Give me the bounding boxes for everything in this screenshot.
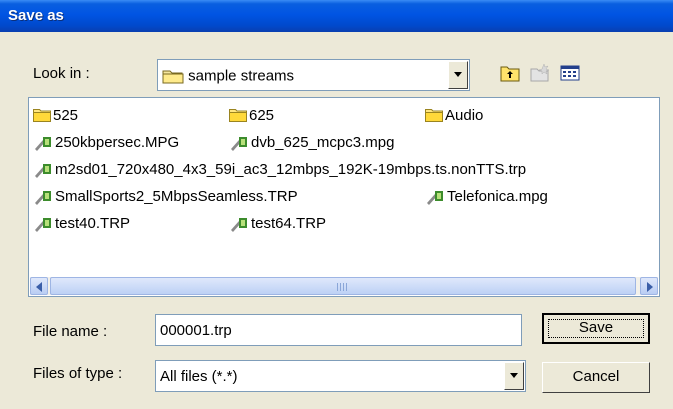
chevron-left-icon: [36, 282, 42, 292]
up-one-level-icon[interactable]: [500, 64, 520, 82]
list-item-folder[interactable]: Audio: [425, 106, 483, 126]
look-in-value: sample streams: [188, 67, 295, 85]
media-file-icon: [35, 218, 51, 233]
list-item-file[interactable]: test64.TRP: [229, 214, 326, 234]
scroll-left-button[interactable]: [30, 277, 48, 295]
file-type-label: Files of type :: [33, 365, 123, 382]
folder-icon: [425, 109, 443, 123]
media-file-icon: [35, 164, 51, 179]
window-title: Save as: [8, 7, 64, 24]
list-item-file[interactable]: test40.TRP: [33, 214, 130, 234]
file-type-dropdown-button[interactable]: [504, 362, 524, 390]
folder-icon: [229, 109, 247, 123]
chevron-down-icon: [510, 373, 518, 378]
list-item-file[interactable]: Telefonica.mpg: [425, 187, 548, 207]
media-file-icon: [231, 137, 247, 152]
title-bar: Save as: [0, 0, 673, 32]
media-file-icon: [231, 218, 247, 233]
file-name-label: File name :: [33, 323, 108, 340]
file-list[interactable]: 525 625 Audio 250kbpersec.MPG dvb_625_mc…: [28, 97, 660, 297]
list-item-file[interactable]: SmallSports2_5MbpsSeamless.TRP: [33, 187, 298, 207]
list-item-file[interactable]: dvb_625_mcpc3.mpg: [229, 133, 394, 153]
list-item-file[interactable]: m2sd01_720x480_4x3_59i_ac3_12mbps_192K-1…: [33, 160, 526, 180]
grip-icon: [337, 283, 349, 291]
file-type-value: All files (*.*): [160, 368, 238, 385]
list-item-folder[interactable]: 525: [33, 106, 78, 126]
cancel-button[interactable]: Cancel: [542, 362, 650, 393]
media-file-icon: [427, 191, 443, 206]
chevron-right-icon: [647, 282, 653, 292]
look-in-label: Look in :: [33, 65, 90, 82]
new-folder-icon[interactable]: [530, 64, 550, 82]
file-name-field[interactable]: [155, 314, 522, 346]
media-file-icon: [35, 191, 51, 206]
list-item-folder[interactable]: 625: [229, 106, 274, 126]
look-in-dropdown-button[interactable]: [448, 61, 468, 89]
file-type-dropdown[interactable]: All files (*.*): [155, 360, 526, 392]
look-in-dropdown[interactable]: sample streams: [157, 59, 470, 91]
scrollbar-thumb[interactable]: [50, 277, 636, 295]
folder-icon: [162, 70, 184, 84]
media-file-icon: [35, 137, 51, 152]
file-name-input[interactable]: [158, 317, 519, 343]
list-item-file[interactable]: 250kbpersec.MPG: [33, 133, 179, 153]
scroll-right-button[interactable]: [640, 277, 658, 295]
view-menu-icon[interactable]: [560, 64, 580, 82]
save-button[interactable]: Save: [542, 313, 650, 344]
folder-icon: [33, 109, 51, 123]
horizontal-scrollbar[interactable]: [30, 277, 658, 295]
chevron-down-icon: [454, 72, 462, 77]
